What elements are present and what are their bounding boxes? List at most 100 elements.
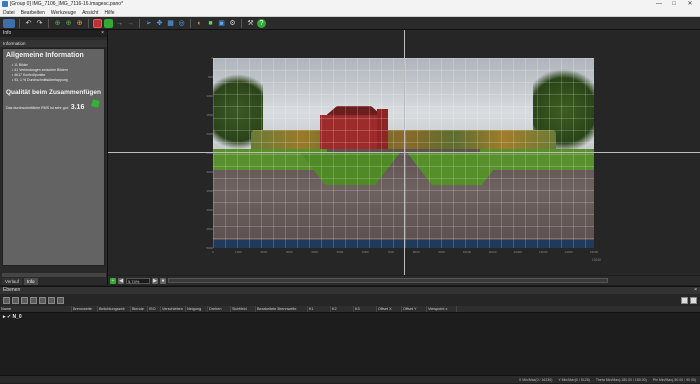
y-tick-label: 1000 [206, 94, 213, 98]
window-icon[interactable]: ▣ [217, 19, 226, 28]
zoom-reset-icon[interactable]: ● [160, 277, 166, 284]
cursor-icon[interactable]: ➢ [144, 19, 153, 28]
column-header[interactable]: Viewpoint x [427, 306, 457, 312]
mask-icon[interactable] [30, 296, 37, 304]
status-bar: X Min/Max(0 / 16230) Y Min/Max(0 / 5128)… [0, 375, 700, 383]
column-header[interactable]: K3 [354, 306, 377, 312]
menu-bar: Datei Bearbeiten Werkzeuge Ansicht Hilfe [0, 9, 700, 17]
layers-icon[interactable] [104, 18, 113, 28]
panorama-canvas[interactable]: 0500100015002000250030003500400045005000… [108, 30, 700, 275]
x-tick-label: 4000 [311, 250, 318, 254]
menu-ansicht[interactable]: Ansicht [82, 9, 98, 16]
column-header[interactable]: Offset Y [402, 306, 427, 312]
minimize-button[interactable]: — [652, 0, 666, 9]
toolbar-separator [88, 18, 89, 28]
toolbar-separator [19, 18, 20, 28]
x-tick-label: 12000 [513, 250, 522, 254]
visible-check-icon[interactable]: ✓ [7, 314, 11, 320]
crosshair-icon[interactable]: ⊕ [64, 19, 73, 28]
column-header[interactable]: Offset X [377, 306, 402, 312]
column-header[interactable]: Belichtungszeit [98, 306, 131, 312]
arrow-icon[interactable]: → [115, 19, 124, 28]
duplicate-icon[interactable] [21, 296, 28, 304]
wrench-icon[interactable]: ⚒ [246, 19, 255, 28]
zoom-in-icon[interactable]: ▶ [152, 277, 158, 284]
undo-icon[interactable]: ↶ [24, 19, 33, 28]
column-header[interactable]: Drehen [208, 306, 231, 312]
close-button[interactable]: ✕ [683, 0, 697, 9]
close-panel-button[interactable]: × [101, 30, 104, 37]
align-icon[interactable]: ▦ [166, 19, 175, 28]
table-row[interactable]: ▸ ✓ N_0 [0, 313, 700, 321]
tab-verlauf[interactable]: Verlauf [2, 278, 23, 285]
axis-unit-label: 10240 [592, 258, 601, 262]
x-tick-label: 5000 [336, 250, 344, 254]
crosshair-icon[interactable]: ⊕ [75, 19, 84, 28]
crosshair-icon[interactable]: ⊕ [53, 19, 62, 28]
canvas-scrollbar[interactable] [168, 278, 608, 283]
help-icon[interactable]: ? [257, 18, 266, 28]
target-icon[interactable]: ◎ [177, 19, 186, 28]
column-header[interactable]: ISO [148, 306, 161, 312]
list-item: • 93, 1 % Durchschnittsüberlappung [12, 78, 68, 82]
layers-toolbar [0, 294, 700, 306]
column-header[interactable]: Blende [131, 306, 148, 312]
column-header[interactable]: Bearbeitete Brennweite [256, 306, 308, 312]
vertical-guide-line[interactable] [404, 30, 405, 275]
group-icon[interactable] [12, 296, 19, 304]
column-header[interactable]: Brennweite [72, 306, 98, 312]
y-tick-label: 4000 [206, 208, 213, 212]
column-header[interactable]: K2 [331, 306, 354, 312]
move-icon[interactable]: ✥ [155, 19, 164, 28]
column-header[interactable]: Name [0, 306, 72, 312]
zoom-out-icon[interactable]: ◀ [118, 277, 124, 284]
x-tick-label: 10000 [462, 250, 472, 254]
add-layer-icon[interactable] [3, 296, 10, 304]
x-tick-label: 3000 [285, 250, 293, 254]
move-up-icon[interactable] [39, 296, 46, 304]
layers-panel-title: Ebenen [3, 287, 21, 293]
zoom-field[interactable]: 5.74% [126, 277, 150, 284]
menu-werkzeuge[interactable]: Werkzeuge [51, 9, 76, 16]
column-header[interactable]: Sichtfeld [231, 306, 256, 312]
stop-icon[interactable] [93, 18, 102, 28]
image-icon[interactable] [3, 18, 15, 28]
fit-icon[interactable]: + [110, 277, 116, 284]
delete-icon[interactable] [57, 296, 64, 304]
column-header[interactable]: Verschieben [161, 306, 186, 312]
y-axis-ticks: 0500100015002000250030003500400045005000 [203, 56, 213, 250]
toolbar-separator [190, 18, 191, 28]
x-tick-label: 14000 [564, 250, 573, 254]
x-tick-label: 0 [212, 250, 214, 254]
horizontal-scrollbar[interactable] [2, 273, 106, 277]
move-down-icon[interactable] [48, 296, 55, 304]
menu-datei[interactable]: Datei [3, 9, 15, 16]
menu-hilfe[interactable]: Hilfe [104, 9, 114, 16]
grid-view-icon[interactable] [690, 296, 697, 304]
app-icon [2, 1, 8, 7]
toolbar: ↶ ↷ ⊕ ⊕ ⊕ → → ➢ ✥ ▦ ◎ ◐ ■ ▣ ⚙ ⚒ ? [0, 17, 700, 30]
list-view-icon[interactable] [681, 296, 688, 304]
x-tick-label: 7000 [387, 250, 395, 254]
settings-icon[interactable]: ⚙ [228, 19, 237, 28]
arrow-icon[interactable]: → [126, 19, 135, 28]
rms-line: Das durchschnittliche RMS ist sehr gut: … [6, 99, 101, 111]
palette-icon[interactable]: ◐ [195, 19, 204, 28]
column-header[interactable]: Neigung [186, 306, 208, 312]
expand-arrow-icon[interactable]: ▸ [3, 314, 6, 320]
layers-panel: Ebenen × Name Brennweite Belichtungszeit Bl… [0, 286, 700, 375]
render-icon[interactable]: ■ [206, 19, 215, 28]
layers-view-toggles [681, 296, 697, 304]
tab-info[interactable]: Info [24, 278, 38, 285]
info-panel: Info × Information Allgemeine Informatio… [0, 30, 108, 285]
y-tick-label: 4500 [206, 227, 213, 231]
menu-bearbeiten[interactable]: Bearbeiten [21, 9, 45, 16]
y-tick-label: 3500 [206, 189, 213, 193]
close-panel-button[interactable]: × [694, 287, 697, 294]
column-header[interactable]: K1 [308, 306, 331, 312]
info-panel-title: Info [3, 30, 12, 36]
info-box: Allgemeine Information • 11 Bilder • 41 … [2, 48, 105, 266]
redo-icon[interactable]: ↷ [35, 19, 44, 28]
quality-gem-icon [91, 99, 101, 108]
maximize-button[interactable]: □ [667, 0, 681, 9]
